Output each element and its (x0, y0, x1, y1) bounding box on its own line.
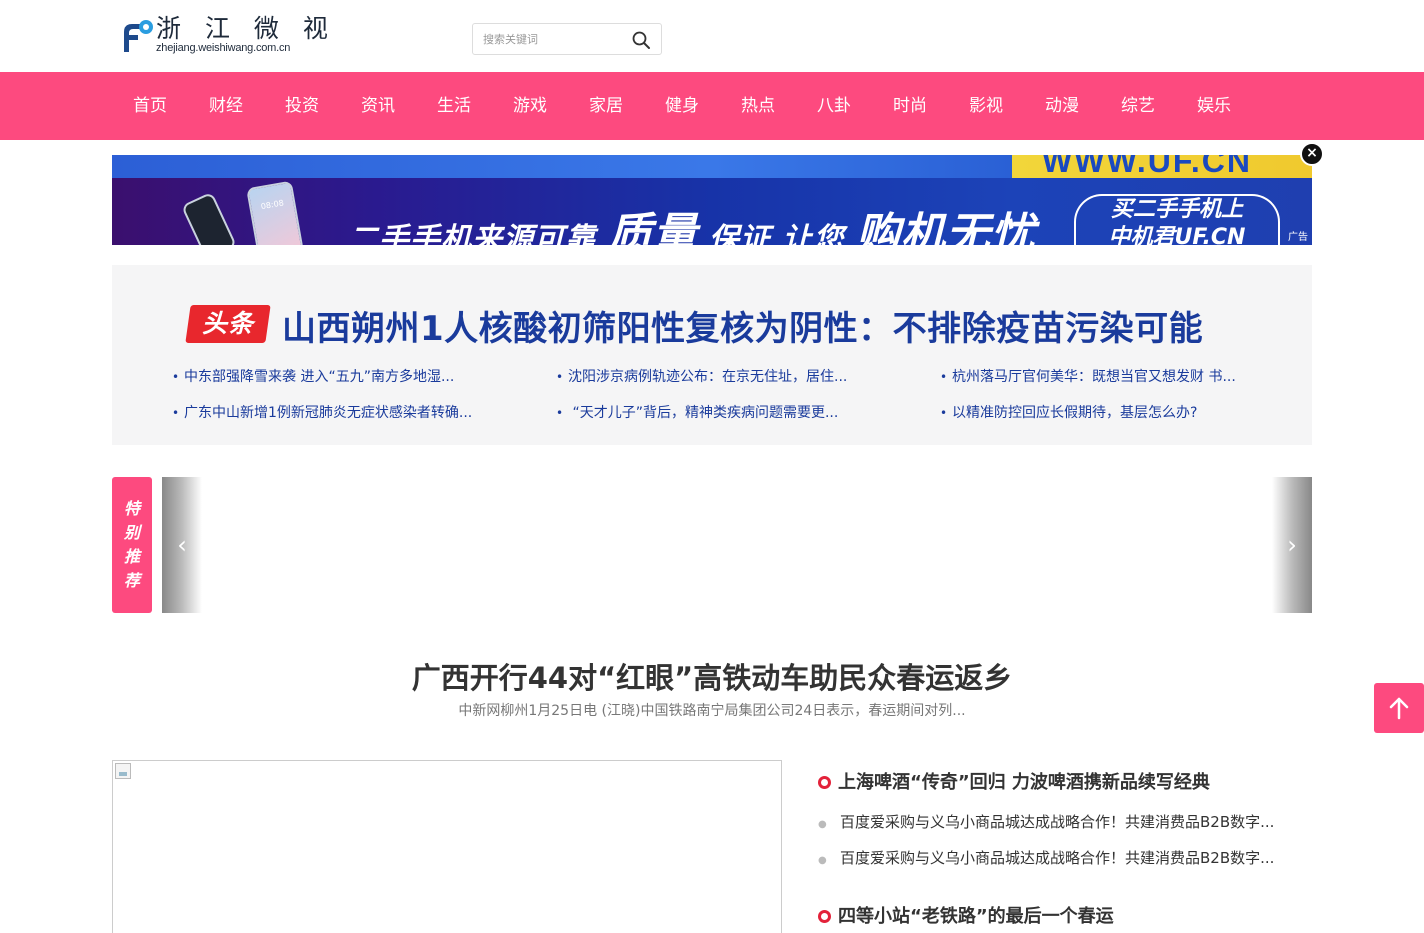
nav-item-games[interactable]: 游戏 (492, 72, 568, 140)
ad-slogan-part: 保证 让您 (708, 222, 845, 245)
ad-banner[interactable]: WWW.UF.CN 08:08 二手手机来源可靠 质量 保证 让您 购机无忧 买… (112, 155, 1312, 245)
circle-bullet-icon (818, 910, 831, 923)
carousel-next-button[interactable]: › (1272, 477, 1312, 613)
bullet-icon: ● (818, 855, 827, 866)
carousel-prev-button[interactable]: ‹ (162, 477, 202, 613)
feature-title[interactable]: 广西开行44对“红眼”高铁动车助民众春运返乡 (0, 655, 1424, 697)
circle-bullet-icon (818, 776, 831, 789)
nav-item-fashion[interactable]: 时尚 (872, 72, 948, 140)
special-recommend-tag: 特 别 推 荐 (112, 477, 152, 613)
headline-badge: 头条 (185, 305, 271, 343)
news-item[interactable]: ● 百度爱采购与义乌小商品城达成战略合作！共建消费品B2B数字... (818, 847, 1274, 868)
nav-item-hot[interactable]: 热点 (720, 72, 796, 140)
nav-item-finance[interactable]: 财经 (188, 72, 264, 140)
nav-item-variety[interactable]: 综艺 (1100, 72, 1176, 140)
nav-item-film[interactable]: 影视 (948, 72, 1024, 140)
ad-banner-top-text: WWW.UF.CN (1042, 155, 1252, 179)
ad-cta: 买二手手机上 中机君UF.CN (1074, 194, 1280, 245)
search-input[interactable] (473, 24, 623, 54)
nav-item-gossip[interactable]: 八卦 (796, 72, 872, 140)
recommend-tag-char: 别 (123, 523, 140, 542)
ad-banner-main: 08:08 二手手机来源可靠 质量 保证 让您 购机无忧 买二手手机上 中机君U… (112, 178, 1312, 245)
feature-description: 中新网柳州1月25日电 (江晓)中国铁路南宁局集团公司24日表示，春运期间对列.… (458, 703, 966, 719)
site-logo[interactable]: 浙 江 微 视 zhejiang.weishiwang.com.cn (116, 15, 336, 55)
nav-item-fitness[interactable]: 健身 (644, 72, 720, 140)
phone-image (180, 191, 238, 245)
news-item-text: 百度爱采购与义乌小商品城达成战略合作！共建消费品B2B数字... (840, 813, 1275, 831)
logo-icon (124, 20, 153, 52)
logo-chinese-name: 浙 江 微 视 (156, 14, 336, 43)
back-to-top-button[interactable] (1374, 683, 1424, 733)
recommend-tag-char: 荐 (123, 571, 140, 590)
headline-section: 头条 山西朔州1人核酸初筛阳性复核为阴性：不排除疫苗污染可能 中东部强降雪来袭 … (112, 265, 1312, 445)
news-headline-text: 上海啤酒“传奇”回归 力波啤酒携新品续写经典 (838, 772, 1210, 793)
recommend-tag-char: 特 (123, 499, 140, 518)
ad-label: 广告 (1288, 232, 1308, 243)
headline-link[interactable]: 中东部强降雪来袭 进入“五九”南方多地湿... (172, 366, 454, 386)
headline-badge-text: 头条 (201, 309, 254, 338)
news-headline[interactable]: 上海啤酒“传奇”回归 力波啤酒携新品续写经典 (818, 768, 1210, 794)
feature-image[interactable] (112, 760, 782, 933)
ad-slogan-part: 质量 (607, 209, 698, 245)
nav-item-entertainment[interactable]: 娱乐 (1176, 72, 1252, 140)
page: 浙 江 微 视 zhejiang.weishiwang.com.cn 首页 财经… (0, 0, 1424, 933)
recommend-tag-char: 推 (123, 547, 140, 566)
bullet-icon: ● (818, 819, 827, 830)
ad-cta-line: 中机君UF.CN (1108, 225, 1246, 245)
main-nav: 首页 财经 投资 资讯 生活 游戏 家居 健身 热点 八卦 时尚 影视 动漫 综… (0, 72, 1424, 140)
ad-slogan: 二手手机来源可靠 质量 保证 让您 购机无忧 (348, 198, 1036, 245)
ad-banner-top-strip: WWW.UF.CN (112, 155, 1312, 179)
headline-link[interactable]: 沈阳涉京病例轨迹公布：在京无住址，居住... (556, 366, 847, 386)
broken-image-icon (115, 763, 131, 779)
headline-title[interactable]: 山西朔州1人核酸初筛阳性复核为阴性：不排除疫苗污染可能 (282, 301, 1203, 350)
phone-image: 08:08 (246, 180, 304, 245)
phone-clock: 08:08 (260, 198, 285, 212)
news-item-text: 百度爱采购与义乌小商品城达成战略合作！共建消费品B2B数字... (840, 849, 1275, 867)
search-icon[interactable] (631, 30, 651, 50)
nav-item-investment[interactable]: 投资 (264, 72, 340, 140)
headline-link[interactable]: 以精准防控回应长假期待，基层怎么办? (940, 402, 1197, 422)
headline-link[interactable]: 广东中山新增1例新冠肺炎无症状感染者转确... (172, 402, 472, 422)
close-icon[interactable]: × (1300, 142, 1324, 166)
nav-item-life[interactable]: 生活 (416, 72, 492, 140)
nav-item-home[interactable]: 首页 (112, 72, 188, 140)
ad-slogan-part: 二手手机来源可靠 (348, 222, 596, 245)
news-item[interactable]: ● 百度爱采购与义乌小商品城达成战略合作！共建消费品B2B数字... (818, 811, 1274, 832)
headline-link[interactable]: “天才儿子”背后，精神类疾病问题需要更... (556, 402, 838, 422)
news-headline-text: 四等小站“老铁路”的最后一个春运 (838, 906, 1114, 927)
headline-link[interactable]: 杭州落马厅官何美华：既想当官又想发财 书... (940, 366, 1236, 386)
ad-cta-line: 买二手手机上 (1110, 197, 1243, 222)
nav-item-home-decor[interactable]: 家居 (568, 72, 644, 140)
nav-item-news[interactable]: 资讯 (340, 72, 416, 140)
news-headline[interactable]: 四等小站“老铁路”的最后一个春运 (818, 902, 1114, 928)
search-box (472, 23, 662, 55)
ad-slogan-part: 购机无忧 (855, 209, 1036, 245)
nav-item-anime[interactable]: 动漫 (1024, 72, 1100, 140)
logo-domain: zhejiang.weishiwang.com.cn (156, 42, 291, 54)
arrow-up-icon (1389, 697, 1409, 720)
